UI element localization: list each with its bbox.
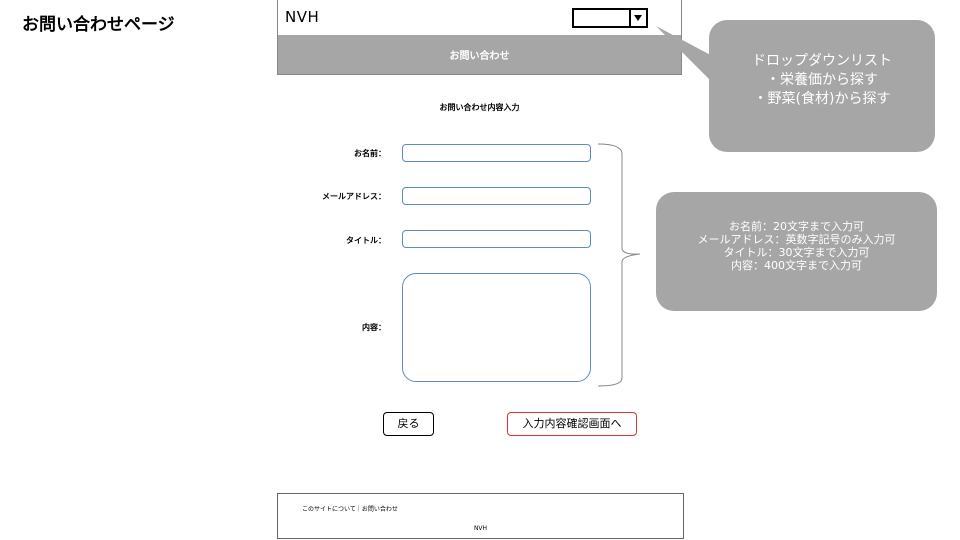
footer (277, 493, 684, 539)
footer-site-name: NVH (473, 525, 488, 532)
callout-pointer (656, 26, 720, 90)
annotation-connectors (597, 26, 720, 387)
field-bracket (597, 143, 641, 387)
footer-links[interactable]: このサイトについて｜お問い合わせ (302, 504, 398, 513)
